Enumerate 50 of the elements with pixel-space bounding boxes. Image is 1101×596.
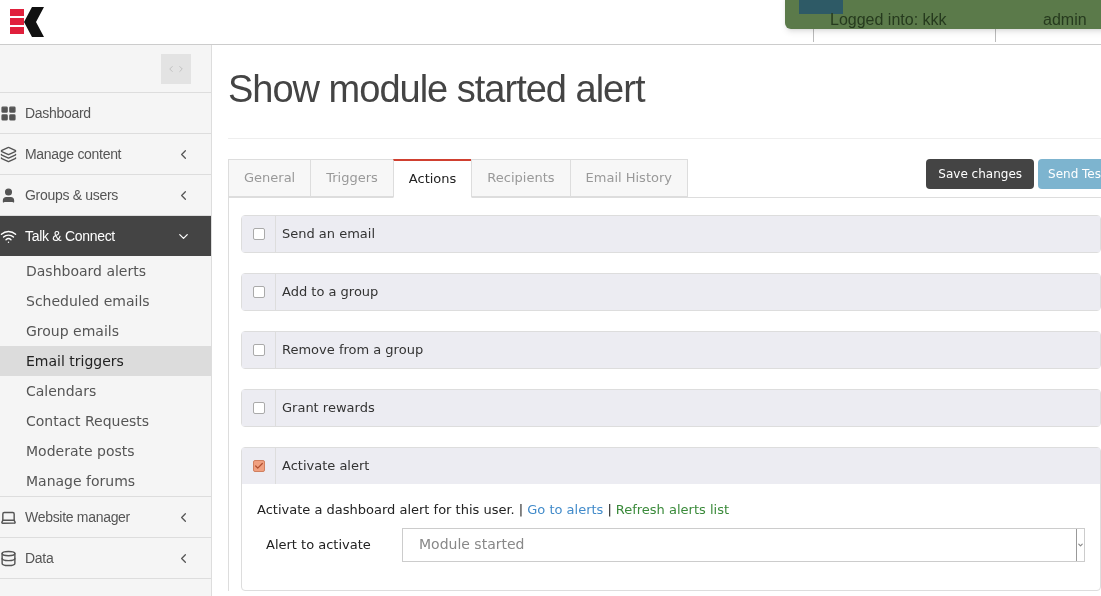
action-label: Grant rewards [281,399,375,418]
tab[interactable]: Actions [392,159,473,198]
submenu-item[interactable]: Dashboard alerts [0,256,211,286]
sidebar-label: Data [25,548,55,568]
sidebar-item[interactable]: Talk & Connect [0,216,211,256]
submenu-item[interactable]: Manage forums [0,466,211,496]
sidebar-item[interactable]: Manage content [0,134,211,174]
photo-placeholder [799,0,843,14]
submenu-item[interactable]: Scheduled emails [0,286,211,316]
submenu-item[interactable]: Email triggers [0,346,211,376]
grid-icon [0,104,17,122]
action-label: Activate alert [281,457,370,476]
sidebar-item[interactable]: Dashboard [0,93,211,133]
submenu-item[interactable]: Group emails [0,316,211,346]
refresh-alerts-link[interactable]: Refresh alerts list [615,500,729,520]
logo-icon [10,7,44,37]
sidebar-label: Manage content [25,144,123,164]
checkbox[interactable] [252,402,265,414]
checkbox[interactable] [252,286,265,298]
chevron-right-icon [176,63,186,74]
submenu-item[interactable]: Contact Requests [0,406,211,436]
user-name: admin [1043,10,1087,30]
field-label: Alert to activate [265,535,372,554]
action-label: Remove from a group [281,341,424,360]
sidebar-label: Groups & users [25,185,120,205]
sidebar-item[interactable]: Website manager [0,497,211,537]
logged-into-text: Logged into: kkk [830,10,947,30]
page-title: Show module started alert [228,67,647,112]
chevron-left-icon [166,63,176,74]
checkbox[interactable] [252,460,265,472]
sidebar-item[interactable]: Groups & users [0,175,211,215]
layers-icon [0,145,17,163]
action-label: Send an email [281,225,376,244]
action-label: Add to a group [281,283,379,302]
submenu-item[interactable]: Moderate posts [0,436,211,466]
separator-text: | [607,501,612,519]
go-to-alerts-link[interactable]: Go to alerts [527,500,604,520]
submenu-item[interactable]: Calendars [0,376,211,406]
sidebar-label: Talk & Connect [25,226,116,246]
save-changes-button[interactable]: Save changes [926,159,1035,189]
checkbox[interactable] [252,344,265,356]
sidebar-toggle[interactable] [161,53,191,84]
person-icon [0,186,17,204]
description-text: Activate a dashboard alert for this user. | [257,501,524,519]
sidebar-item[interactable]: Data [0,538,211,578]
database-icon [0,549,17,567]
sidebar-label: Dashboard [25,103,92,123]
checkbox[interactable] [252,228,265,240]
sidebar-label: Website manager [25,507,131,527]
alert-select[interactable]: Module started [402,527,1085,562]
